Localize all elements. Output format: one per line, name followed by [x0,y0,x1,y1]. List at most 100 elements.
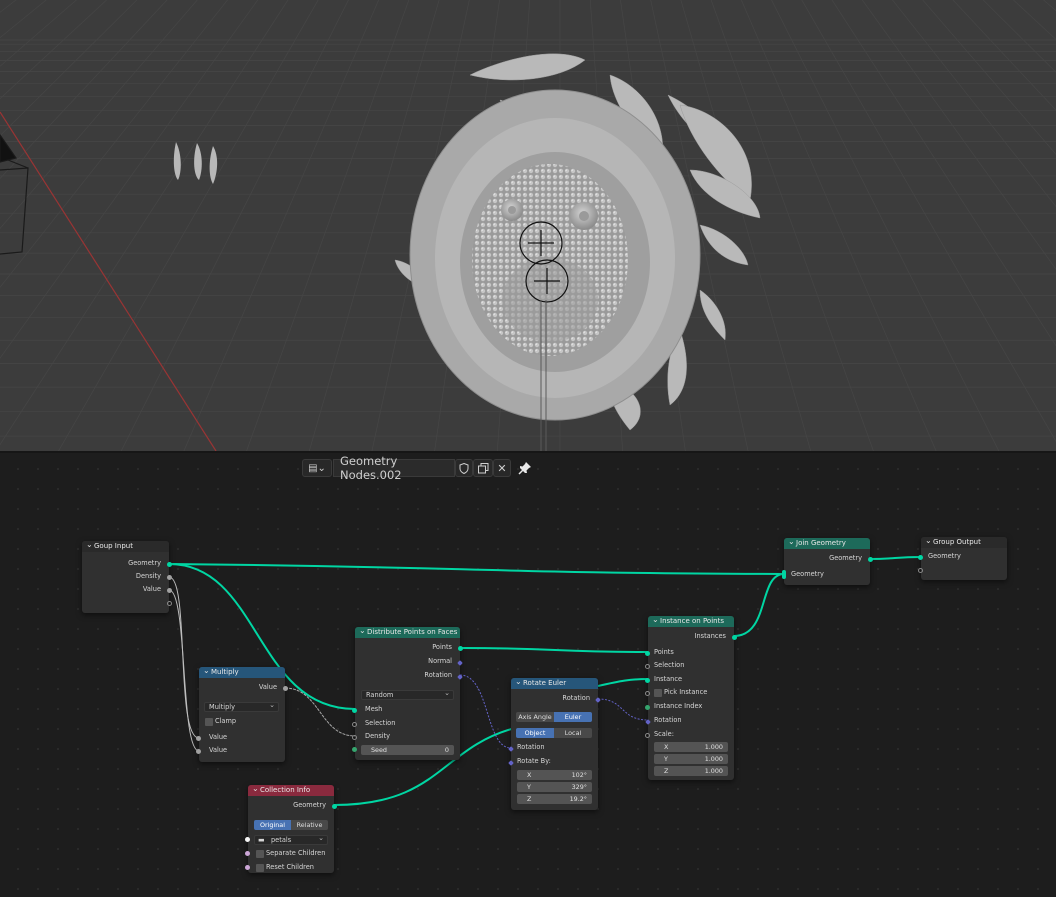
node-join-geometry[interactable]: Join Geometry Geometry Geometry [782,536,873,585]
3d-viewport[interactable] [0,0,1056,451]
output-socket-value[interactable] [283,686,288,691]
clamp-checkbox[interactable] [205,718,213,726]
geometry-node-editor[interactable]: ▤⌄ Geometry Nodes.002 ✕ ⌄ Goup Input Geo… [0,453,1056,897]
socket-label: Selection [365,719,396,727]
collection-name: petals [271,836,292,844]
pick-instance-checkbox[interactable] [654,689,662,697]
reset-children-checkbox[interactable] [256,864,264,872]
viewport-scene [0,0,1056,451]
rotate-z-field[interactable]: Z 19.2° [517,794,592,804]
node-multiply[interactable]: Multiply Value Multiply Clamp Value Valu… [196,665,288,762]
operation-dropdown[interactable]: Multiply [204,701,279,712]
x-value: 102° [571,771,587,779]
collection-field[interactable]: ▬ petals [254,834,328,845]
input-socket-separate-children[interactable] [245,851,250,856]
socket-label: Geometry [928,552,961,560]
output-socket-density[interactable] [167,575,172,580]
input-socket-geometry[interactable] [918,555,923,560]
input-socket-points[interactable] [645,651,650,656]
socket-label: Instance [654,675,683,683]
socket-label: Rotation [654,716,682,724]
link-value-to-value [168,589,200,752]
socket-label: Points [432,643,452,651]
scale-x-field[interactable]: X 1.000 [654,742,728,752]
node-instance-on-points[interactable]: Instance on Points Instances Points Sele… [645,614,737,780]
output-socket-value[interactable] [167,588,172,593]
seed-label: Seed [371,746,387,754]
socket-label: Geometry [128,559,161,567]
input-socket-value-a[interactable] [196,736,201,741]
socket-label: Scale: [654,730,674,738]
seed-field[interactable]: Seed 0 [361,745,454,755]
socket-label: Value [142,585,161,593]
separate-children-checkbox[interactable] [256,850,264,858]
x-label: X [664,743,669,751]
original-option[interactable]: Original [254,820,291,830]
output-socket-geometry[interactable] [868,557,873,562]
input-socket-collection[interactable] [245,837,250,842]
node-title[interactable]: Multiply [199,665,285,678]
input-socket-instance[interactable] [645,678,650,683]
node-group-output[interactable]: Group Output Geometry [918,535,1007,580]
node-title[interactable]: Collection Info [248,783,334,796]
input-socket-mesh[interactable] [352,708,357,713]
link-instances-to-join [733,573,785,637]
link-geometry-to-join [168,563,785,575]
node-title[interactable]: Join Geometry [784,536,870,549]
euler-option[interactable]: Euler [554,712,592,722]
input-socket-reset-children[interactable] [245,865,250,870]
output-socket-geometry[interactable] [167,562,172,567]
input-socket-geometry-multi[interactable] [782,570,786,579]
input-socket-empty[interactable] [918,568,923,573]
scale-y-field[interactable]: Y 1.000 [654,754,728,764]
x-axis-line [0,111,217,451]
space-toggle[interactable]: Object Local [516,728,592,738]
node-distribute-points[interactable]: Distribute Points on Faces Points Normal… [352,625,463,760]
axis-angle-option[interactable]: Axis Angle [516,712,554,722]
node-title[interactable]: Instance on Points [648,614,734,627]
scale-z-field[interactable]: Z 1.000 [654,766,728,776]
link-rotate-to-rotation [597,698,649,721]
input-socket-value-b[interactable] [196,749,201,754]
node-group-input[interactable]: Goup Input Geometry Density Value [82,539,172,613]
node-title[interactable]: Rotate Euler [511,676,598,689]
node-title[interactable]: Distribute Points on Faces [355,625,460,638]
input-socket-density[interactable] [352,735,357,740]
input-socket-pick-instance[interactable] [645,691,650,696]
scale-z-value: 1.000 [704,767,723,775]
local-option[interactable]: Local [554,728,592,738]
output-socket-instances[interactable] [732,635,737,640]
input-socket-instance-index[interactable] [645,705,650,710]
socket-label: Points [654,648,674,656]
distribution-mode-dropdown[interactable]: Random [361,689,454,700]
y-value: 329° [571,783,587,791]
link-rotate-to-instance [597,678,649,687]
input-socket-scale[interactable] [645,733,650,738]
node-links [168,556,922,806]
rotate-y-field[interactable]: Y 329° [517,782,592,792]
input-socket-seed[interactable] [352,747,357,752]
separate-children-label: Separate Children [266,849,326,857]
output-socket-empty[interactable] [167,601,172,606]
socket-label: Rotation [562,694,590,702]
socket-label: Density [135,572,161,580]
rotate-x-field[interactable]: X 102° [517,770,592,780]
output-socket-geometry[interactable] [332,804,337,809]
rotation-type-toggle[interactable]: Axis Angle Euler [516,712,592,722]
relative-option[interactable]: Relative [291,820,328,830]
socket-label: Mesh [365,705,383,713]
collection-icon: ▬ [258,836,265,844]
z-label: Z [664,767,669,775]
socket-label: Density [365,732,391,740]
node-collection-info[interactable]: Collection Info Geometry Original Relati… [245,783,337,873]
node-title[interactable]: Group Output [921,535,1007,548]
output-socket-points[interactable] [458,646,463,651]
transform-space-toggle[interactable]: Original Relative [254,820,328,830]
node-title[interactable]: Goup Input [82,539,169,552]
input-socket-selection[interactable] [352,722,357,727]
node-rotate-euler[interactable]: Rotate Euler Rotation Axis Angle Euler O… [508,676,601,810]
input-socket-selection[interactable] [645,664,650,669]
socket-label: Instances [694,632,726,640]
object-option[interactable]: Object [516,728,554,738]
socket-label: Rotation [517,743,545,751]
